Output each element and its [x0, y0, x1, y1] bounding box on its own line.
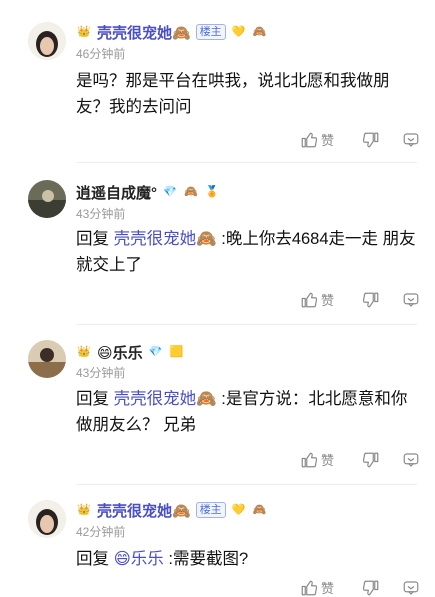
name-row: 逍遥自成魔° 💎 🙈 🏅: [76, 182, 220, 202]
name-row: 👑 壳壳很宠她🙈 楼主 💛 🙈: [76, 500, 268, 520]
crown-badge-icon: 👑: [77, 26, 91, 38]
divider: [76, 162, 417, 163]
like-label: 赞: [321, 293, 335, 308]
like-label: 赞: [321, 581, 335, 596]
emoji-badge-icon: 🙈: [252, 504, 267, 516]
thumbs-down-icon: [362, 452, 379, 467]
reply-button[interactable]: [402, 291, 420, 309]
avatar[interactable]: [28, 180, 66, 218]
thumbs-up-icon: [301, 452, 318, 467]
emoji-badge-icon: 🙈: [252, 26, 267, 38]
crown-badge-icon: 👑: [77, 504, 91, 516]
username[interactable]: 😄乐乐: [97, 342, 143, 363]
owner-badge: 楼主: [195, 24, 226, 40]
divider: [76, 324, 417, 325]
like-button[interactable]: 赞: [300, 578, 362, 597]
like-button[interactable]: 赞: [300, 130, 362, 149]
like-label: 赞: [321, 133, 335, 148]
comment-text: 回复 壳壳很宠她🙈 :晚上你去4684走一走 朋友就交上了: [76, 226, 416, 278]
avatar[interactable]: [28, 500, 66, 538]
thumbs-up-icon: [301, 292, 318, 307]
dislike-button[interactable]: [362, 291, 402, 309]
diamond-badge-icon: 💎: [148, 346, 163, 358]
thumbs-up-icon: [301, 580, 318, 595]
reply-button[interactable]: [402, 451, 420, 469]
diamond-badge-icon: 💛: [231, 26, 246, 38]
username[interactable]: 壳壳很宠她🙈: [97, 500, 191, 521]
name-row: 👑 壳壳很宠她🙈 楼主 💛 🙈: [76, 22, 268, 42]
medal-badge-icon: 🏅: [205, 186, 219, 198]
reply-prefix: 回复: [76, 390, 109, 408]
reply-prefix: 回复: [76, 550, 109, 568]
reply-bubble-icon: [403, 580, 419, 595]
name-row: 👑 😄乐乐 💎 🟨: [76, 342, 185, 362]
thumbs-down-icon: [362, 132, 379, 147]
mention-link[interactable]: 壳壳很宠她🙈: [114, 390, 217, 408]
like-button[interactable]: 赞: [300, 450, 362, 469]
emoji-badge-icon: 🙈: [184, 186, 198, 198]
reply-bubble-icon: [403, 292, 419, 307]
timestamp: 43分钟前: [76, 366, 126, 380]
reply-button[interactable]: [402, 579, 420, 597]
timestamp: 46分钟前: [76, 47, 126, 61]
divider: [76, 484, 417, 485]
avatar[interactable]: [28, 22, 66, 60]
username[interactable]: 壳壳很宠她🙈: [97, 22, 191, 43]
comment-text: 回复 壳壳很宠她🙈 :是官方说：北北愿意和你做朋友么？ 兄弟: [76, 386, 416, 438]
mention-link[interactable]: 壳壳很宠她🙈: [114, 230, 217, 248]
diamond-badge-icon: 💛: [231, 504, 246, 516]
timestamp: 42分钟前: [76, 525, 126, 539]
comment-text: 回复 😄乐乐 :需要截图?: [76, 546, 416, 572]
thumbs-up-icon: [301, 132, 318, 147]
reply-bubble-icon: [403, 452, 419, 467]
dislike-button[interactable]: [362, 451, 402, 469]
reply-prefix: 回复: [76, 230, 109, 248]
thumbs-down-icon: [362, 292, 379, 307]
owner-badge: 楼主: [195, 502, 226, 518]
comment-actions: 赞: [300, 578, 420, 597]
timestamp: 43分钟前: [76, 207, 126, 221]
like-button[interactable]: 赞: [300, 290, 362, 309]
crown-badge-icon: 👑: [77, 346, 91, 358]
mention-link[interactable]: 😄乐乐: [114, 550, 164, 568]
username[interactable]: 逍遥自成魔°: [76, 182, 157, 203]
avatar[interactable]: [28, 340, 66, 378]
reply-button[interactable]: [402, 131, 420, 149]
comment-actions: 赞: [300, 290, 420, 309]
reply-bubble-icon: [403, 132, 419, 147]
comment-actions: 赞: [300, 130, 420, 149]
dislike-button[interactable]: [362, 579, 402, 597]
like-label: 赞: [321, 453, 335, 468]
dislike-button[interactable]: [362, 131, 402, 149]
reply-text: :需要截图?: [168, 550, 249, 568]
thumbs-down-icon: [362, 580, 379, 595]
comment-text: 是吗？那是平台在哄我，说北北愿和我做朋友？我的去问问: [76, 72, 390, 116]
diamond-badge-icon: 💎: [163, 186, 177, 198]
comment-actions: 赞: [300, 450, 420, 469]
level-badge-icon: 🟨: [169, 346, 184, 358]
